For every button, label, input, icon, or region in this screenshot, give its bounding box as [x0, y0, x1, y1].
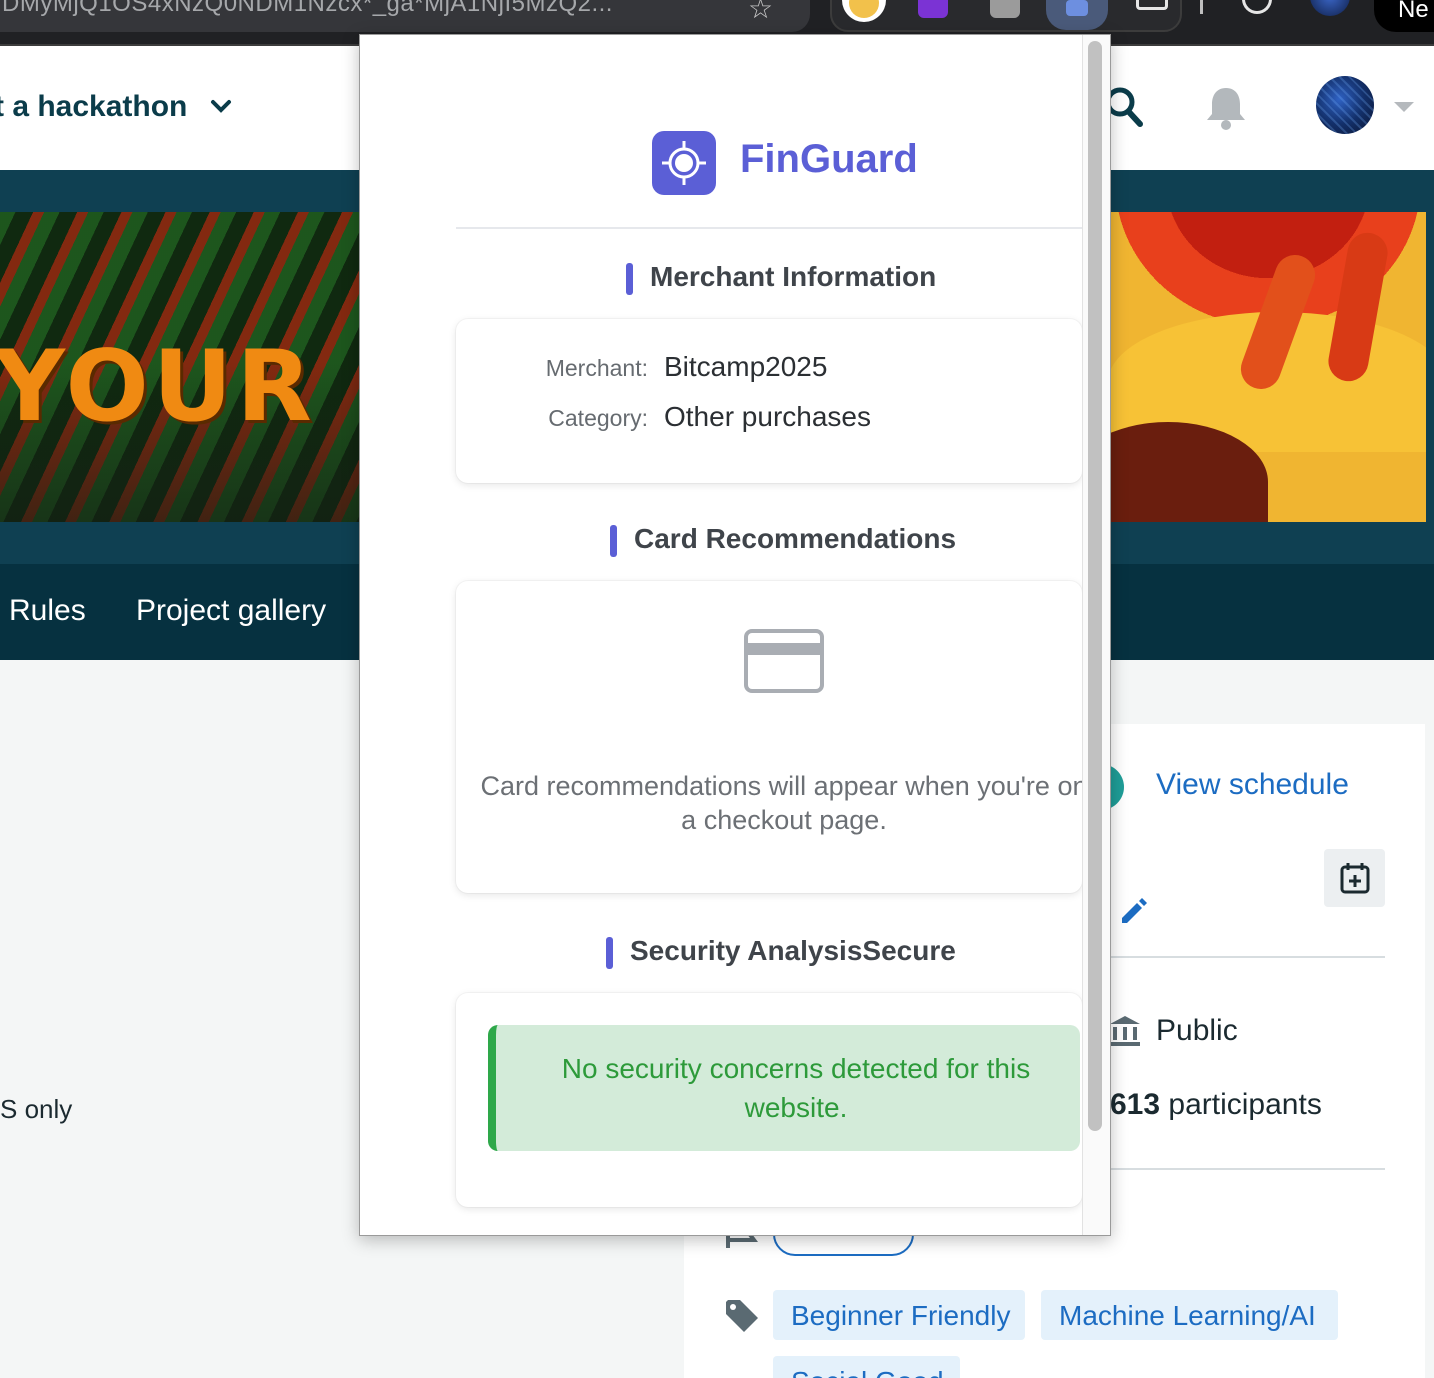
section-accent-bar [606, 937, 613, 969]
caret-down-icon[interactable] [1394, 102, 1414, 112]
n-extension-icon[interactable] [990, 0, 1020, 18]
category-label: Category: [548, 405, 648, 431]
sidebar-divider [1108, 956, 1385, 958]
header-divider [456, 227, 1082, 229]
category-value: Other purchases [664, 401, 871, 432]
banner-image-left: YOUR PO [0, 212, 362, 522]
participants-label: participants [1168, 1088, 1322, 1121]
cards-section-title: Card Recommendations [634, 523, 957, 554]
address-bar[interactable]: DMyMjQ1OS4xNzQ0NDM1Nzcx*_ga*MjA1NjI5MzQ2… [0, 0, 810, 32]
nav-item-rules[interactable]: Rules [9, 594, 86, 628]
popup-content: FinGuard Merchant Information Merchant: … [456, 35, 1087, 1235]
new-button[interactable]: Ne [1374, 0, 1434, 32]
add-to-calendar-button[interactable] [1324, 849, 1385, 907]
tag-icon [724, 1298, 760, 1339]
card-recommendations-message: Card recommendations will appear when yo… [480, 771, 1088, 835]
theme-tag[interactable]: Social Good [773, 1356, 960, 1378]
k-extension-icon[interactable] [918, 0, 948, 18]
tab-window-icon[interactable] [1136, 0, 1168, 10]
compass-icon[interactable] [1242, 0, 1272, 14]
theme-tag[interactable]: Beginner Friendly [773, 1290, 1025, 1340]
calendar-plus-icon [1340, 863, 1370, 894]
security-success-alert: No security concerns detected for this w… [488, 1025, 1080, 1151]
popup-scrollbar-thumb[interactable] [1088, 41, 1102, 1131]
merchant-label: Merchant: [545, 355, 648, 381]
participants-count[interactable]: 613 participants [1110, 1088, 1322, 1122]
pencil-icon[interactable] [1118, 896, 1148, 931]
view-schedule-link[interactable]: View schedule [1156, 768, 1349, 802]
credit-card-icon [744, 629, 824, 698]
security-section-title: Security AnalysisSecure [630, 935, 956, 966]
theme-tag[interactable]: Machine Learning/AI [1041, 1290, 1338, 1340]
banner-text: YOUR PO [0, 330, 362, 444]
url-text[interactable]: DMyMjQ1OS4xNzQ0NDM1Nzcx*_ga*MjA1NjI5MzQ2… [2, 0, 613, 18]
extensions-puzzle-icon[interactable] [1046, 0, 1108, 30]
user-avatar[interactable] [1316, 76, 1374, 134]
eligibility-text: S only [0, 1094, 73, 1124]
profile-icon[interactable] [1310, 0, 1350, 16]
bell-icon[interactable] [1204, 84, 1248, 137]
bookmark-star-icon[interactable]: ☆ [748, 0, 773, 25]
security-card: No security concerns detected for this w… [456, 993, 1082, 1207]
merchant-value: Bitcamp2025 [664, 351, 828, 382]
host-hackathon-link[interactable]: t a hackathon [0, 90, 187, 124]
nav-item-project-gallery[interactable]: Project gallery [136, 594, 326, 628]
visibility-text: Public [1156, 1014, 1238, 1047]
sidebar-divider [1108, 1168, 1385, 1170]
brand-name: FinGuard [740, 137, 918, 181]
bank-icon [1108, 1014, 1142, 1053]
toolbar-separator [1200, 0, 1203, 14]
card-recommendations-card: Card recommendations will appear when yo… [456, 581, 1087, 893]
finguard-popup: FinGuard Merchant Information Merchant: … [359, 34, 1111, 1236]
merchant-card: Merchant: Bitcamp2025 Category: Other pu… [456, 319, 1082, 483]
participants-number: 613 [1110, 1088, 1161, 1121]
section-accent-bar [610, 525, 617, 557]
security-message: No security concerns detected for this w… [561, 1053, 1031, 1123]
section-accent-bar [626, 263, 633, 295]
crosshair-logo-icon [652, 131, 716, 195]
banner-image-right [1108, 212, 1426, 522]
merchant-section-title: Merchant Information [650, 261, 937, 292]
chevron-down-icon[interactable] [210, 94, 232, 120]
